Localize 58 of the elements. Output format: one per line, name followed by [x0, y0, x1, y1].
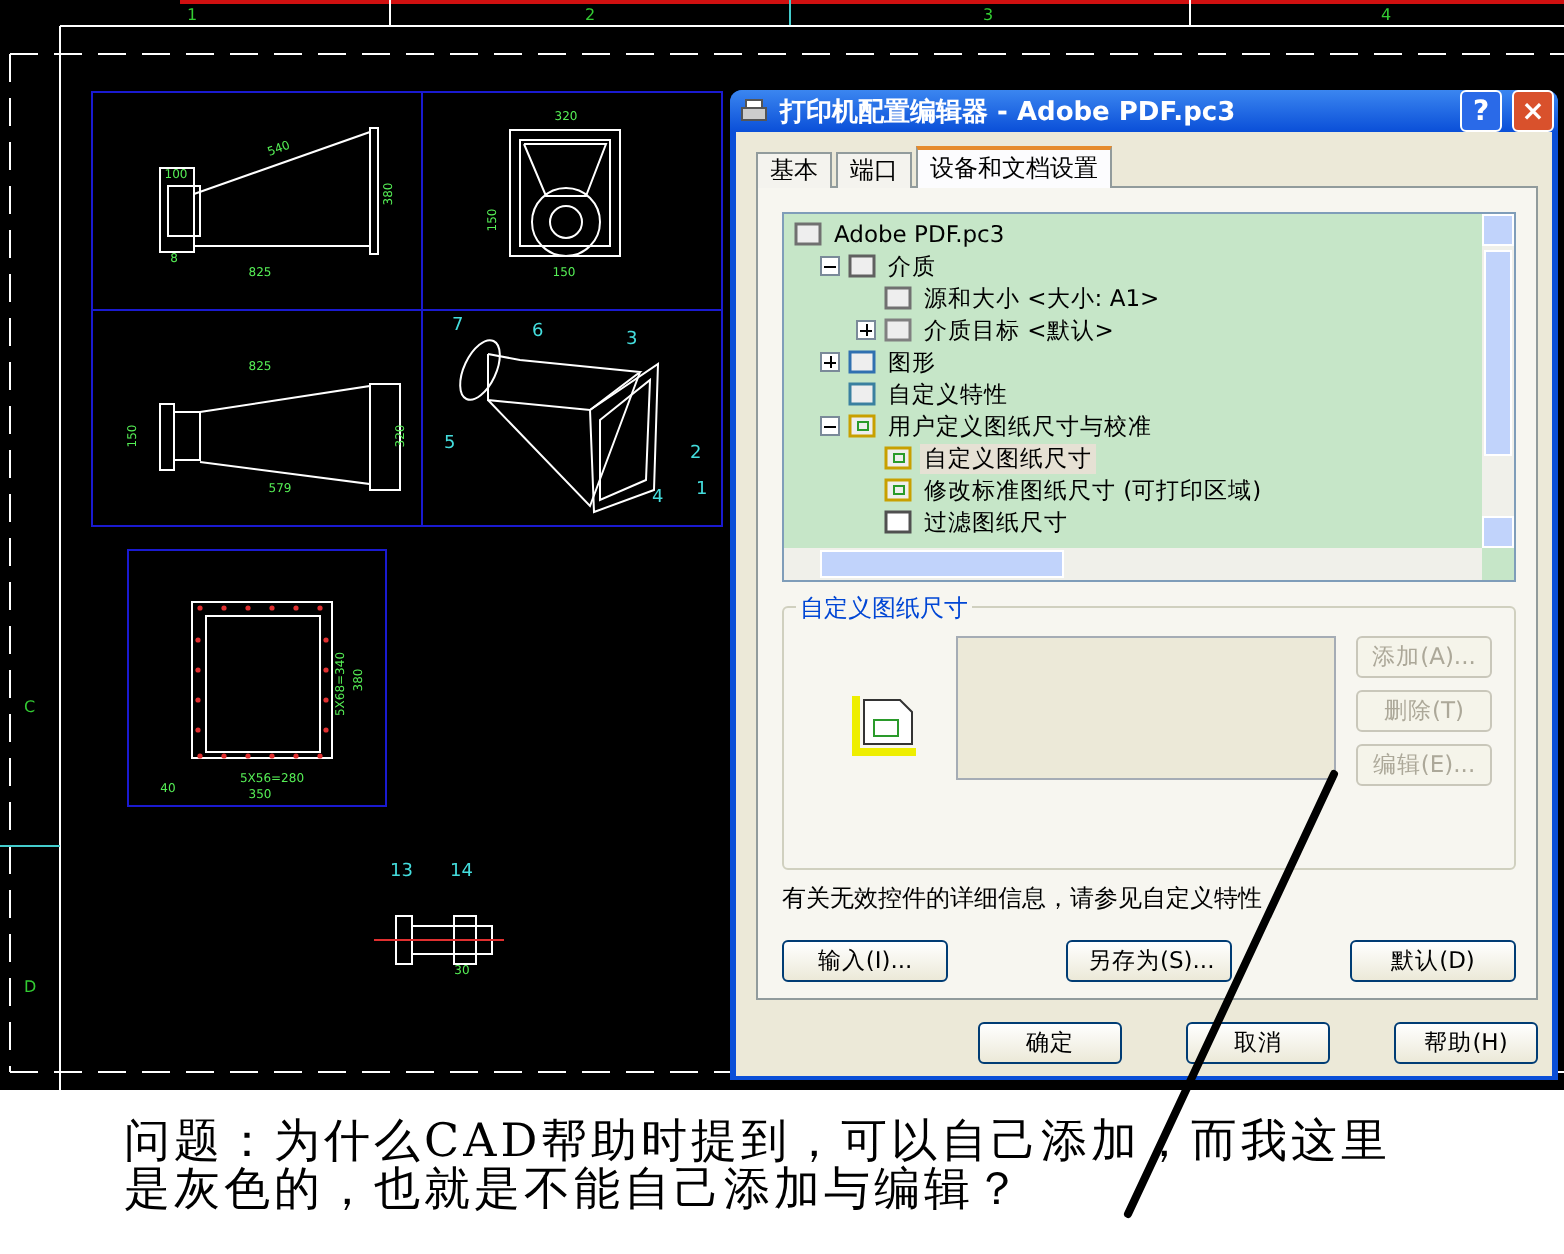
info-text: 有关无效控件的详细信息，请参见自定义特性	[782, 882, 1264, 916]
ruler-page-icon	[846, 412, 878, 440]
tab[interactable]: 设备和文档设置	[916, 146, 1112, 188]
part-number-label: 1	[696, 480, 708, 500]
column-marker: 1	[186, 6, 198, 24]
expander-icon[interactable]	[856, 320, 876, 340]
node-icon	[882, 284, 914, 312]
tree-item[interactable]: 过滤图纸尺寸	[920, 507, 1072, 537]
tree-item[interactable]: 介质	[884, 251, 940, 281]
expander-icon[interactable]	[820, 352, 840, 372]
dialog-button[interactable]: 输入(I)...	[782, 940, 948, 982]
dialog-button[interactable]: 帮助(H)	[1394, 1022, 1538, 1064]
vertical-scrollbar[interactable]	[1482, 214, 1514, 548]
row-marker: D	[24, 978, 37, 996]
part-number-label: 14	[450, 862, 473, 882]
ruler-page-icon	[848, 692, 920, 760]
close-button[interactable]: ×	[1512, 90, 1554, 132]
node-icon	[846, 252, 878, 280]
row-marker: C	[24, 698, 36, 716]
dialog-button[interactable]: 默认(D)	[1350, 940, 1516, 982]
ruler-page-icon	[882, 476, 914, 504]
horizontal-scrollbar[interactable]	[784, 548, 1482, 580]
part-number-label: 7	[452, 316, 464, 336]
end-view-drawing	[509, 129, 621, 257]
ruler-page-icon	[882, 444, 914, 472]
node-icon	[846, 348, 878, 376]
tree-item[interactable]: 自定义图纸尺寸	[920, 443, 1096, 473]
expander-icon[interactable]	[820, 256, 840, 276]
part-number-label: 2	[690, 444, 702, 464]
document-icon	[882, 508, 914, 536]
node-icon	[882, 316, 914, 344]
dialog-button[interactable]: 确定	[978, 1022, 1122, 1064]
window-title: 打印机配置编辑器 - Adobe PDF.pc3	[780, 95, 1238, 129]
expander-icon[interactable]	[820, 416, 840, 436]
tree-item[interactable]: 用户定义图纸尺寸与校准	[884, 411, 1156, 441]
question-text: 问题：为什么CAD帮助时提到，可以自己添加，而我这里是灰色的，也就是不能自己添加与编辑？	[124, 1118, 1394, 1214]
column-marker: 4	[1380, 6, 1392, 24]
part-number-label: 3	[626, 330, 638, 350]
tree-item[interactable]: 图形	[884, 347, 940, 377]
part-number-label: 13	[390, 862, 413, 882]
bolt-drawing	[373, 915, 505, 965]
node-icon	[846, 380, 878, 408]
tree-item[interactable]: 自定义特性	[884, 379, 1012, 409]
tree-item[interactable]: Adobe PDF.pc3	[830, 220, 1009, 248]
tree-item[interactable]: 修改标准图纸尺寸 (可打印区域)	[920, 475, 1266, 505]
dialog-button[interactable]: 另存为(S)...	[1066, 940, 1232, 982]
tree-item[interactable]: 源和大小 <大小: A1>	[920, 283, 1164, 313]
part-number-label: 5	[444, 434, 456, 454]
dialog-button[interactable]: 取消	[1186, 1022, 1330, 1064]
tab[interactable]: 基本	[756, 152, 832, 188]
tree-item[interactable]: 介质目标 <默认>	[920, 315, 1118, 345]
part-number-label: 4	[652, 488, 664, 508]
help-button[interactable]: ?	[1460, 90, 1502, 132]
column-marker: 3	[982, 6, 994, 24]
group-label: 自定义图纸尺寸	[796, 592, 972, 626]
tab[interactable]: 端口	[836, 152, 912, 188]
part-number-label: 6	[532, 322, 544, 342]
column-marker: 2	[584, 6, 596, 24]
